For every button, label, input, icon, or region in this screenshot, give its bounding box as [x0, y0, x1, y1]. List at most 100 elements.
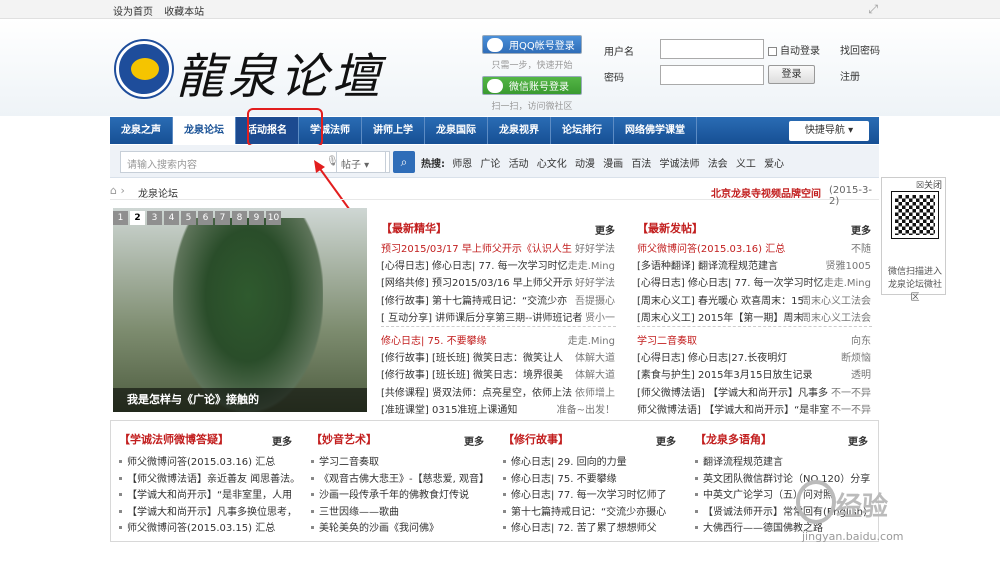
section-more-link[interactable]: 更多 [272, 433, 292, 448]
item-title[interactable]: [心得日志] 修心日志|27.长夜明灯 [637, 349, 787, 364]
list-item[interactable]: [准班课堂] 0315准班上课通知 准备~出发！ [381, 401, 621, 418]
search-scope-select[interactable]: 帖子 ▾ [336, 151, 386, 173]
item-author[interactable]: 体解大道 [575, 349, 615, 364]
hot-tag[interactable]: 动漫 [575, 159, 595, 170]
item-author[interactable]: 透明 [851, 366, 871, 381]
list-item[interactable]: [师父微博法语] 【学诚大和尚开示】凡事多 不一不异 [637, 384, 877, 401]
item-title[interactable]: [网络共修] 预习2015/03/16 早上师父开示 [381, 274, 573, 289]
register-link[interactable]: 注册 [840, 68, 860, 83]
item-title[interactable]: 修心日志| 72. 苦了累了想想师父 [511, 523, 657, 534]
list-item[interactable]: [ 互动分享] 讲师课后分享第三期--讲师班记者 贤小一 [381, 309, 621, 326]
item-author[interactable]: 周末心义工法会 [801, 292, 871, 307]
item-title[interactable]: 预习2015/03/17 早上师父开示《认识人生 [381, 240, 572, 255]
item-title[interactable]: [素食与护生] 2015年3月15日放生记录 [637, 366, 813, 381]
nav-item-international[interactable]: 龙泉国际 [425, 117, 488, 144]
quick-nav-button[interactable]: 快捷导航 ▾ [789, 121, 869, 141]
item-author[interactable]: 依师增上 [575, 384, 615, 399]
item-title[interactable]: 翻译流程规范建言 [703, 457, 783, 468]
slider-page[interactable]: 10 [266, 211, 281, 225]
list-item[interactable]: [修行故事] [班长班] 微笑日志：微笑让人 体解大道 [381, 349, 621, 366]
item-title[interactable]: 师父微博问答(2015.03.15) 汇总 [127, 523, 275, 534]
slider-page[interactable]: 6 [198, 211, 213, 225]
video-space-link[interactable]: 北京龙泉寺视频品牌空间 [711, 185, 821, 200]
hot-tag[interactable]: 义工 [736, 159, 756, 170]
item-title[interactable]: 【师父微博法语】亲近善友 闻思善法。 [127, 474, 300, 485]
item-author[interactable]: 周末心义工法会 [801, 309, 871, 324]
list-item[interactable]: 第十七篇持戒日记：“交流少亦摄心 [503, 503, 688, 520]
section-more-link[interactable]: 更多 [848, 433, 868, 448]
list-item[interactable]: 【学诚大和尚开示】凡事多换位思考， [119, 503, 304, 520]
hot-tag[interactable]: 师恩 [452, 159, 472, 170]
nav-item-lecturer[interactable]: 讲师上学 [362, 117, 425, 144]
auto-login-checkbox[interactable]: 自动登录 [768, 42, 820, 57]
slider-page[interactable]: 4 [164, 211, 179, 225]
item-title[interactable]: 师父微博问答(2015.03.16) 汇总 [637, 240, 785, 255]
item-title[interactable]: 学习二音奏取 [319, 457, 379, 468]
list-item[interactable]: 美轮美奂的沙画《我问佛》 [311, 519, 496, 536]
item-title[interactable]: [修行故事] [班长班] 微笑日志：境界很美 [381, 366, 563, 381]
item-author[interactable]: 走走.Ming [568, 257, 615, 272]
item-author[interactable]: 不一不异 [831, 401, 871, 416]
item-author[interactable]: 不随 [851, 240, 871, 255]
list-item[interactable]: [周末心义工] 2015年【第一期】周末 周末心义工法会 [637, 309, 877, 326]
item-title[interactable]: [周末心义工] 2015年【第一期】周末 [637, 309, 803, 324]
list-item[interactable]: 沙画一段传承千年的佛教食灯传说 [311, 486, 496, 503]
slider-page[interactable]: 9 [249, 211, 264, 225]
section-more-link[interactable]: 更多 [464, 433, 484, 448]
set-home-link[interactable]: 设为首页 [113, 7, 153, 18]
list-item[interactable]: [素食与护生] 2015年3月15日放生记录 透明 [637, 366, 877, 383]
item-title[interactable]: 修心日志| 75. 不要攀缘 [381, 332, 487, 347]
nav-item-voice[interactable]: 龙泉之声 [110, 117, 173, 144]
list-item[interactable]: 修心日志| 75. 不要攀缘 走走.Ming [381, 332, 621, 349]
login-button[interactable]: 登录 [768, 65, 815, 84]
list-item[interactable]: 师父微博问答(2015.03.16) 汇总 [119, 453, 304, 470]
list-item[interactable]: 预习2015/03/17 早上师父开示《认识人生 好好学法 [381, 240, 621, 257]
list-item[interactable]: [心得日志] 修心日志|27.长夜明灯 断烦恼 [637, 349, 877, 366]
item-title[interactable]: [准班课堂] 0315准班上课通知 [381, 401, 517, 416]
slider-page[interactable]: 1 [113, 211, 128, 225]
item-title[interactable]: [修行故事] 第十七篇持戒日记：“交流少亦 [381, 292, 567, 307]
item-author[interactable]: 准备~出发！ [557, 401, 615, 416]
wechat-login-button[interactable]: 微信账号登录 [482, 76, 582, 95]
item-author[interactable]: 断烦恼 [841, 349, 871, 364]
list-item[interactable]: 三世因缘——歌曲 [311, 503, 496, 520]
list-item[interactable]: [修行故事] [班长班] 微笑日志：境界很美 体解大道 [381, 366, 621, 383]
item-author[interactable]: 好好学法 [575, 240, 615, 255]
list-item[interactable]: 修心日志| 75. 不要攀缘 [503, 470, 688, 487]
item-author[interactable]: 走走.Ming [824, 274, 871, 289]
password-input[interactable] [660, 65, 764, 85]
item-author[interactable]: 不一不异 [831, 384, 871, 399]
item-title[interactable]: 学习二音奏取 [637, 332, 697, 347]
list-item[interactable]: [共修课程] 贤双法师：点亮星空，依师上法 依师增上 [381, 384, 621, 401]
item-title[interactable]: 师父微博问答(2015.03.16) 汇总 [127, 457, 275, 468]
item-title[interactable]: 师父微博法语] 【学诚大和尚开示】“是非室 [637, 401, 829, 416]
hot-tag[interactable]: 学诚法师 [660, 159, 700, 170]
list-item[interactable]: 学习二音奏取 [311, 453, 496, 470]
hot-tag[interactable]: 心文化 [537, 159, 567, 170]
slider-caption[interactable]: 我是怎样与《广论》接触的 [113, 388, 367, 412]
item-author[interactable]: 吾提摄心 [575, 292, 615, 307]
item-title[interactable]: 美轮美奂的沙画《我问佛》 [319, 523, 439, 534]
list-item[interactable]: [多语种翻译] 翻译流程规范建言 贤雅1005 [637, 257, 877, 274]
hot-tag[interactable]: 漫画 [603, 159, 623, 170]
list-item[interactable]: 【学诚大和尚开示】“是非室里，人用 [119, 486, 304, 503]
slider-page[interactable]: 8 [232, 211, 247, 225]
section-more-link[interactable]: 更多 [656, 433, 676, 448]
expand-icon[interactable]: ⤢ [868, 2, 878, 17]
list-item[interactable]: 学习二音奏取 向东 [637, 332, 877, 349]
list-item[interactable]: [周末心义工] 春光暖心 欢喜周末：15 周末心义工法会 [637, 292, 877, 309]
item-title[interactable]: [周末心义工] 春光暖心 欢喜周末：15 [637, 292, 804, 307]
slider-page[interactable]: 5 [181, 211, 196, 225]
item-title[interactable]: 《观音古佛大悲王》-【慈悲爱, 观音】 [319, 474, 489, 485]
image-slider[interactable]: 1 2 3 4 5 6 7 8 9 10 我是怎样与《广论》接触的 [113, 208, 367, 412]
item-title[interactable]: [修行故事] [班长班] 微笑日志：微笑让人 [381, 349, 563, 364]
username-input[interactable] [660, 39, 764, 59]
item-author[interactable]: 贤雅1005 [826, 257, 871, 272]
slider-page-current[interactable]: 2 [130, 211, 145, 225]
item-title[interactable]: [心得日志] 修心日志| 77. 每一次学习时忆 [381, 257, 568, 272]
item-author[interactable]: 走走.Ming [568, 332, 615, 347]
item-title[interactable]: 三世因缘——歌曲 [319, 507, 399, 518]
item-author[interactable]: 体解大道 [575, 366, 615, 381]
list-item[interactable]: 翻译流程规范建言 [695, 453, 880, 470]
site-logo[interactable]: 龍泉论壇 [116, 35, 446, 105]
